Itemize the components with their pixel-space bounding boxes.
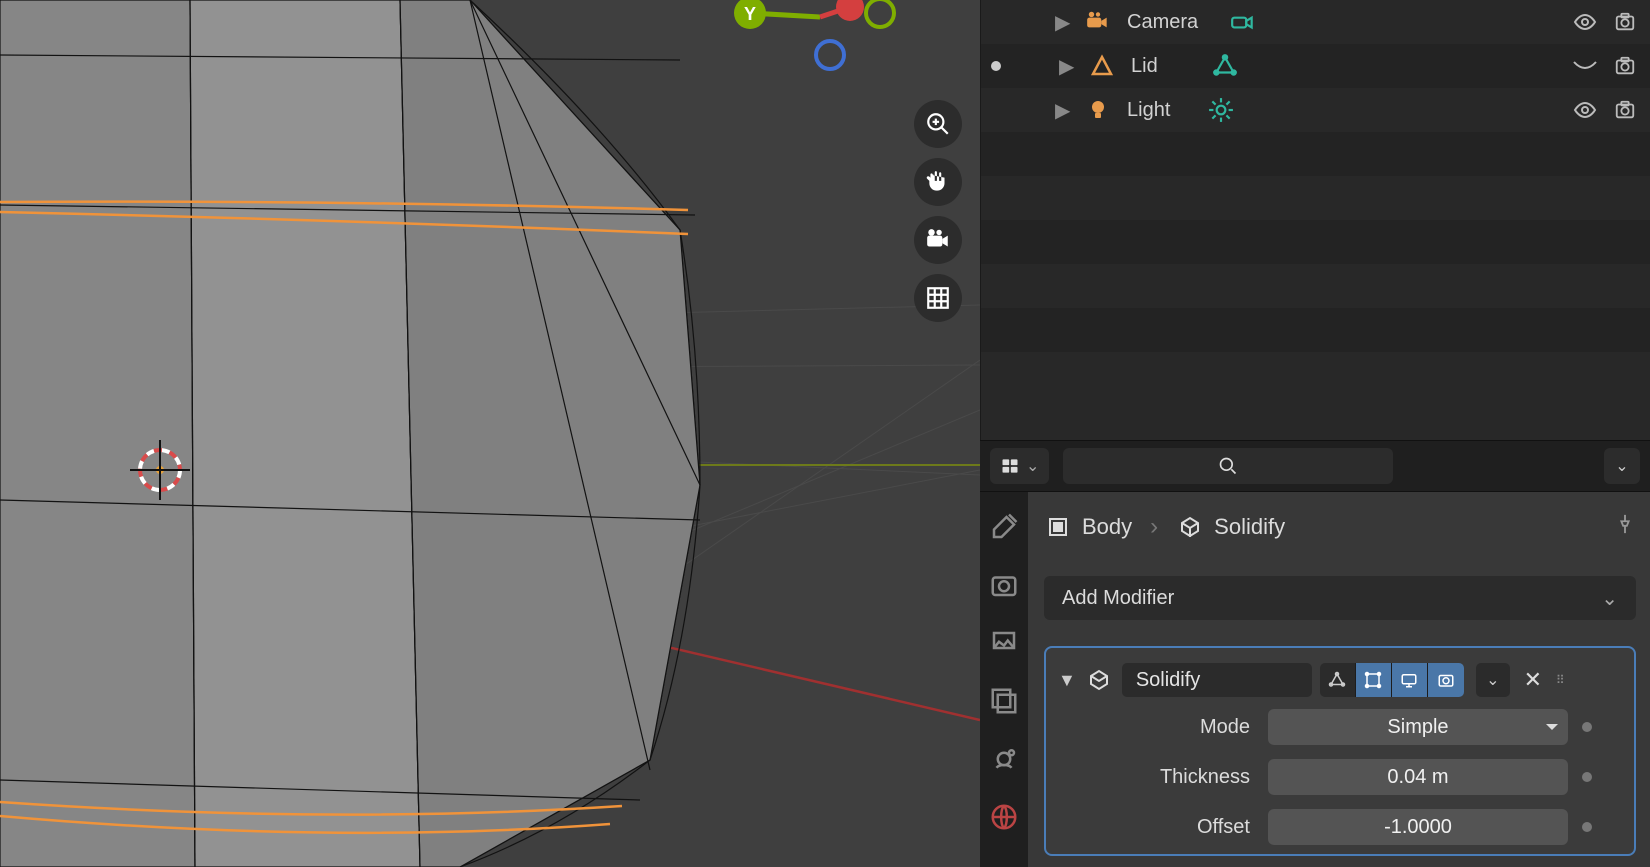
outliner-empty-row — [981, 176, 1650, 220]
outliner-item-label: Lid — [1131, 55, 1158, 78]
properties-tab-rail — [980, 492, 1028, 867]
viewport-3d[interactable]: Y — [0, 0, 980, 867]
add-modifier-dropdown[interactable]: Add Modifier ⌄ — [1044, 576, 1636, 620]
drag-handle-icon[interactable]: ⠿ — [1556, 673, 1567, 687]
pan-icon[interactable] — [914, 158, 962, 206]
nav-gizmo[interactable]: Y — [720, 0, 900, 95]
prop-pin-icon[interactable] — [1582, 822, 1592, 832]
outliner-empty-row — [981, 352, 1650, 396]
outliner-item-lid[interactable]: ▶ Lid — [981, 44, 1650, 88]
light-icon — [1083, 95, 1113, 125]
offset-label: Offset — [1058, 816, 1268, 839]
render-visibility-icon[interactable] — [1610, 7, 1640, 37]
properties-header: ⌄ ⌄ — [980, 440, 1650, 492]
thickness-label: Thickness — [1058, 766, 1268, 789]
expand-icon[interactable]: ▶ — [1059, 54, 1077, 79]
close-icon[interactable]: ✕ — [1518, 667, 1548, 693]
outliner-empty-row — [981, 220, 1650, 264]
editor-type-selector[interactable]: ⌄ — [990, 448, 1049, 484]
object-icon — [1044, 513, 1072, 541]
modifier-icon — [1176, 513, 1204, 541]
outliner-item-light[interactable]: ▶ Light — [981, 88, 1650, 132]
expand-icon[interactable]: ▼ — [1058, 670, 1076, 691]
breadcrumb: Body › Solidify — [1044, 502, 1636, 552]
toggle-viewport-icon[interactable] — [1392, 663, 1428, 697]
render-visibility-icon[interactable] — [1610, 51, 1640, 81]
visibility-icon[interactable] — [1570, 95, 1600, 125]
outliner-panel: ▶ Camera ▶ — [980, 0, 1650, 440]
offset-field[interactable]: -1.0000 — [1268, 809, 1568, 845]
light-data-icon[interactable] — [1206, 95, 1236, 125]
thickness-field[interactable]: 0.04 m — [1268, 759, 1568, 795]
properties-options-icon[interactable]: ⌄ — [1604, 448, 1640, 484]
mesh-icon — [1087, 51, 1117, 81]
camera-icon — [1083, 7, 1113, 37]
camera-data-icon[interactable] — [1228, 7, 1258, 37]
modifier-panel-solidify: ▼ Solidify ⌄ ✕ ⠿ — [1044, 646, 1636, 856]
toggle-cage-icon[interactable] — [1356, 663, 1392, 697]
prop-pin-icon[interactable] — [1582, 772, 1592, 782]
add-modifier-label: Add Modifier — [1062, 587, 1174, 610]
render-tab-icon[interactable] — [989, 570, 1019, 600]
outliner-empty-row — [981, 132, 1650, 176]
outliner-item-camera[interactable]: ▶ Camera — [981, 0, 1650, 44]
outliner-item-label: Light — [1127, 99, 1170, 122]
modifier-name-field[interactable]: Solidify — [1122, 663, 1312, 697]
outliner-empty-row — [981, 308, 1650, 352]
world-tab-icon[interactable] — [989, 802, 1019, 832]
viewlayer-tab-icon[interactable] — [989, 686, 1019, 716]
outliner-item-label: Camera — [1127, 11, 1198, 34]
chevron-down-icon: ⌄ — [1601, 586, 1618, 611]
breadcrumb-object[interactable]: Body — [1082, 514, 1132, 540]
perspective-toggle-icon[interactable] — [914, 274, 962, 322]
active-indicator-icon — [991, 61, 1001, 71]
toggle-render-icon[interactable] — [1428, 663, 1464, 697]
zoom-icon[interactable] — [914, 100, 962, 148]
breadcrumb-modifier[interactable]: Solidify — [1214, 514, 1285, 540]
modifier-menu-icon[interactable]: ⌄ — [1476, 663, 1510, 697]
mode-label: Mode — [1058, 716, 1268, 739]
pin-icon[interactable] — [1614, 513, 1636, 541]
prop-pin-icon[interactable] — [1582, 722, 1592, 732]
camera-view-icon[interactable] — [914, 216, 962, 264]
mode-dropdown[interactable]: Simple — [1268, 709, 1568, 745]
scene-tab-icon[interactable] — [989, 744, 1019, 774]
mesh-data-icon[interactable] — [1210, 51, 1240, 81]
properties-search-input[interactable] — [1063, 448, 1393, 484]
expand-icon[interactable]: ▶ — [1055, 10, 1073, 35]
visibility-icon[interactable] — [1570, 7, 1600, 37]
render-visibility-icon[interactable] — [1610, 95, 1640, 125]
toggle-edit-mode-icon[interactable] — [1320, 663, 1356, 697]
svg-text:Y: Y — [744, 4, 756, 24]
tool-tab-icon[interactable] — [989, 512, 1019, 542]
visibility-hidden-icon[interactable] — [1570, 51, 1600, 81]
output-tab-icon[interactable] — [989, 628, 1019, 658]
breadcrumb-separator: › — [1150, 513, 1158, 541]
outliner-empty-row — [981, 264, 1650, 308]
solidify-icon — [1084, 665, 1114, 695]
expand-icon[interactable]: ▶ — [1055, 98, 1073, 123]
